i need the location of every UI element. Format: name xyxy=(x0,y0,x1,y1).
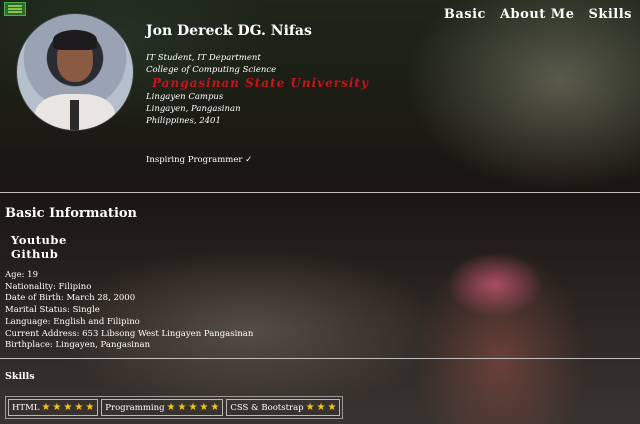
profile-tagline: Inspiring Programmer ✓ xyxy=(146,155,253,165)
star-icon: ★ xyxy=(188,402,198,413)
star-icon: ★ xyxy=(52,402,62,413)
star-icon: ★ xyxy=(63,402,73,413)
profile-avatar xyxy=(16,13,134,131)
star-icon: ★ xyxy=(85,402,95,413)
profile-info: IT Student, IT Department College of Com… xyxy=(146,52,369,127)
skill-name: CSS & Bootstrap xyxy=(230,402,304,413)
info-line-campus: Lingayen Campus xyxy=(146,92,224,102)
divider xyxy=(0,358,640,359)
star-icon: ★ xyxy=(74,402,84,413)
star-icon: ★ xyxy=(210,402,220,413)
page: Basic About Me Skills Jon Dereck DG. Nif… xyxy=(0,0,640,424)
skills-list: HTML ★ ★ ★ ★ ★ Programming ★ ★ ★ ★ ★ CSS & Bootstrap… xyxy=(5,396,344,419)
youtube-link[interactable]: Youtube xyxy=(11,233,67,247)
top-nav: Basic About Me Skills xyxy=(444,7,632,22)
nav-about-me[interactable]: About Me xyxy=(500,7,575,22)
basic-details: Age: 19 Nationality: Filipino Date of Bi… xyxy=(5,270,253,352)
info-line-city: Lingayen, Pangasinan xyxy=(146,104,241,114)
profile-name: Jon Dereck DG. Nifas xyxy=(146,23,312,39)
hamburger-menu-icon[interactable] xyxy=(4,2,26,16)
star-icon: ★ xyxy=(41,402,51,413)
skill-badge: Programming ★ ★ ★ ★ ★ xyxy=(101,399,224,416)
detail-address: Current Address: 653 Libsong West Lingay… xyxy=(5,328,254,339)
star-icon: ★ xyxy=(166,402,176,413)
star-icon: ★ xyxy=(316,402,326,413)
detail-birthplace: Birthplace: Lingayen, Pangasinan xyxy=(5,340,151,351)
star-icon: ★ xyxy=(199,402,209,413)
nav-skills[interactable]: Skills xyxy=(588,7,632,22)
info-line-role: IT Student, IT Department xyxy=(146,53,261,63)
skills-title: Skills xyxy=(5,371,35,382)
nav-basic[interactable]: Basic xyxy=(444,7,486,22)
skill-badge: CSS & Bootstrap ★ ★ ★ xyxy=(226,399,341,416)
skill-badge: HTML ★ ★ ★ ★ ★ xyxy=(8,399,99,416)
detail-marital-status: Marital Status: Single xyxy=(5,305,100,316)
detail-birthdate: Date of Birth: March 28, 2000 xyxy=(5,293,136,304)
detail-age: Age: 19 xyxy=(5,270,38,280)
star-icon: ★ xyxy=(177,402,187,413)
info-line-country: Philippines, 2401 xyxy=(146,116,221,126)
detail-language: Language: English and Filipino xyxy=(5,316,140,327)
info-line-college: College of Computing Science xyxy=(146,65,277,75)
star-icon: ★ xyxy=(327,402,337,413)
basic-info-title: Basic Information xyxy=(5,206,137,221)
social-links: Youtube Github xyxy=(11,233,67,261)
divider xyxy=(0,192,640,193)
detail-nationality: Nationality: Filipino xyxy=(5,281,92,292)
university-name: Pangasinan State University xyxy=(152,76,369,90)
star-icon: ★ xyxy=(305,402,315,413)
github-link[interactable]: Github xyxy=(11,247,67,261)
skill-name: HTML xyxy=(12,402,40,413)
skill-name: Programming xyxy=(105,402,165,413)
